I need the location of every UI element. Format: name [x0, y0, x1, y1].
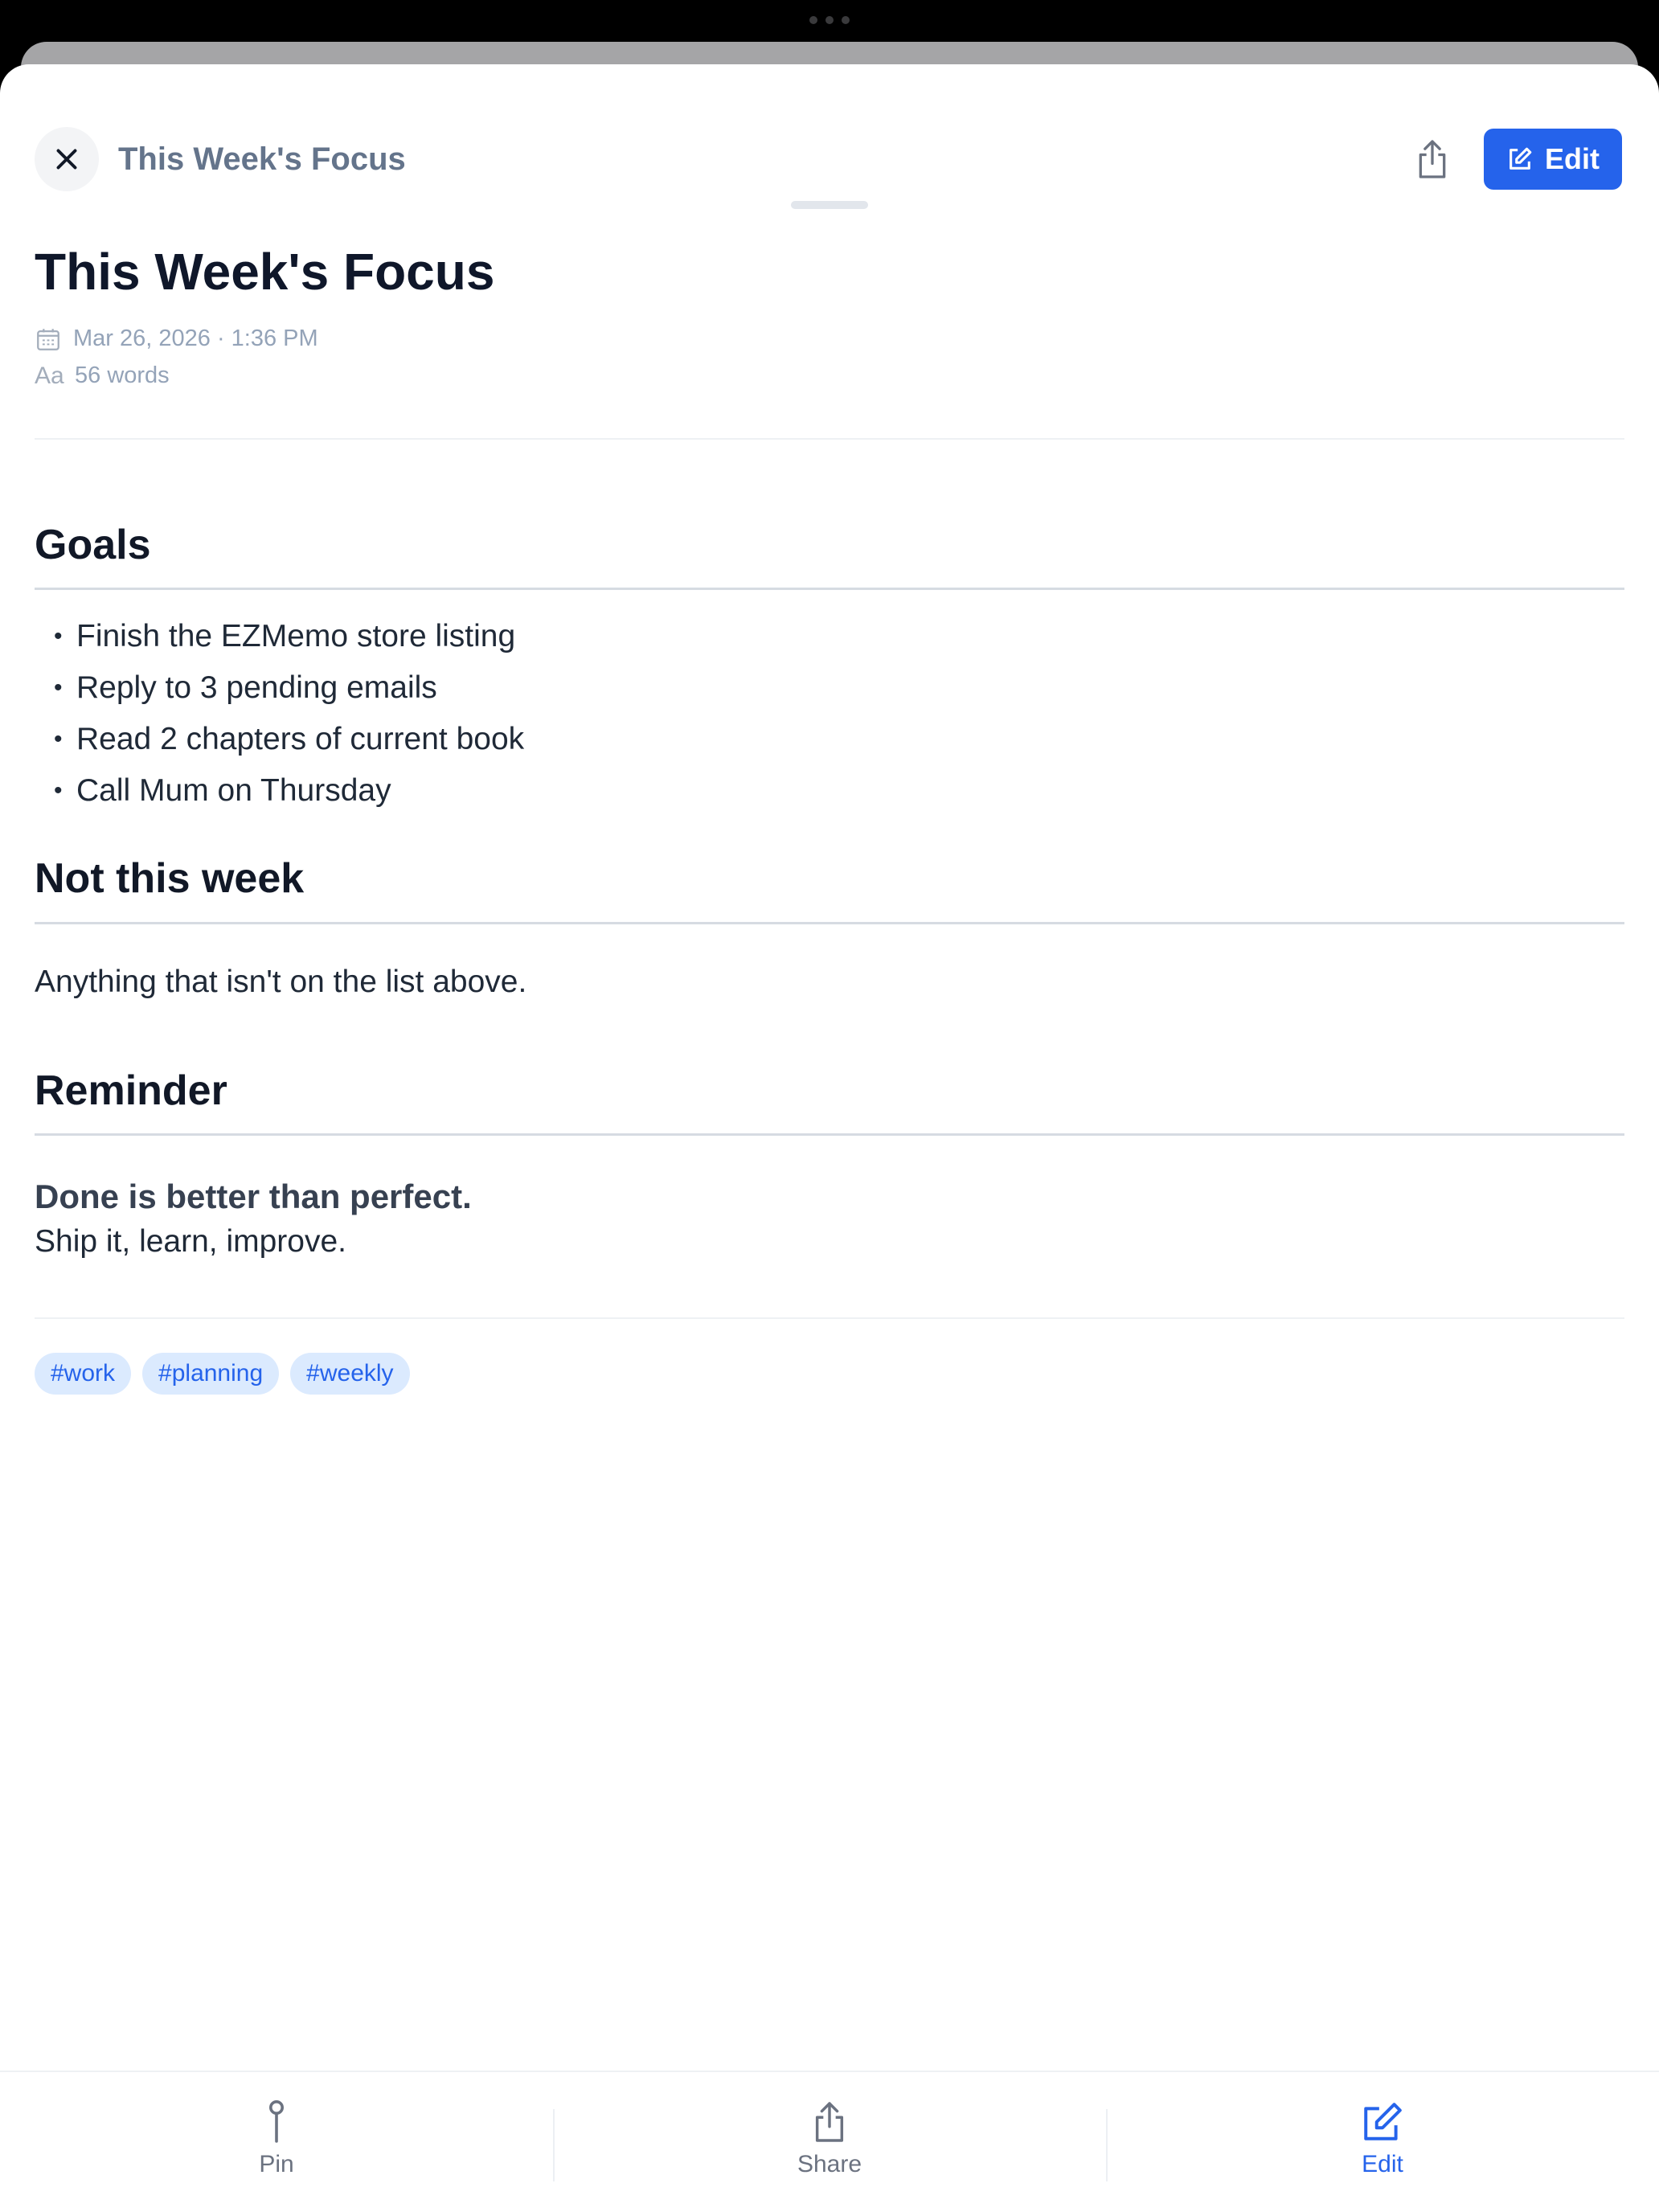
tag-list: #work #planning #weekly [35, 1352, 1624, 1395]
note-date: Mar 26, 2026 · 1:36 PM [73, 326, 318, 352]
word-count-row: Aa 56 words [35, 358, 1624, 395]
edit-button-label: Edit [1545, 142, 1600, 175]
divider [35, 1317, 1624, 1319]
list-item: • Call Mum on Thursday [54, 773, 391, 809]
tag-planning[interactable]: #planning [142, 1352, 280, 1395]
pin-button[interactable]: Pin [0, 2072, 553, 2212]
section-divider [35, 921, 1624, 924]
edit-button[interactable]: Edit [1484, 129, 1622, 190]
date-row: Mar 26, 2026 · 1:36 PM [35, 321, 1624, 358]
list-item: • Finish the EZMemo store listing [54, 619, 516, 654]
section-heading-reminder: Reminder [35, 1067, 227, 1114]
edit-icon [1509, 147, 1532, 170]
top-bar: This Week's Focus Edit [35, 125, 1622, 193]
edit-label: Edit [1362, 2151, 1403, 2177]
word-count: 56 words [75, 363, 170, 389]
share-icon [1419, 140, 1446, 178]
share-button[interactable] [1402, 129, 1463, 190]
share-toolbar-button[interactable]: Share [553, 2072, 1106, 2212]
tag-weekly[interactable]: #weekly [290, 1352, 410, 1395]
note-detail-sheet: This Week's Focus Edit This Week's Focus [0, 64, 1659, 2212]
note-title: This Week's Focus [35, 243, 495, 301]
share-icon [815, 2102, 844, 2142]
share-label: Share [797, 2151, 862, 2177]
reminder-bold-text: Done is better than perfect. [35, 1177, 472, 1215]
text-size-icon: Aa [35, 362, 64, 389]
reminder-text: Ship it, learn, improve. [35, 1223, 347, 1259]
close-button[interactable] [35, 127, 99, 191]
header-title: This Week's Focus [118, 141, 406, 177]
list-item: • Reply to 3 pending emails [54, 670, 437, 706]
divider [35, 437, 1624, 440]
section-divider [35, 588, 1624, 591]
section-heading-goals: Goals [35, 521, 151, 568]
not-this-week-text: Anything that isn't on the list above. [35, 964, 527, 999]
section-heading-not-this-week: Not this week [35, 855, 305, 903]
bottom-toolbar: Pin Share Edit [0, 2071, 1659, 2212]
close-icon [56, 149, 77, 170]
note-content: This Week's Focus Mar 26, 2026 · 1:36 PM… [35, 241, 1624, 1395]
goals-list: • Finish the EZMemo store listing • Reply … [35, 611, 1624, 817]
calendar-icon [37, 329, 59, 350]
note-meta: Mar 26, 2026 · 1:36 PM Aa 56 words [35, 321, 1624, 395]
tag-work[interactable]: #work [35, 1352, 132, 1395]
multitasking-dots[interactable] [0, 16, 1659, 24]
edit-toolbar-button[interactable]: Edit [1106, 2072, 1659, 2212]
dot [842, 16, 850, 24]
section-divider [35, 1133, 1624, 1136]
sheet-grabber[interactable] [791, 201, 868, 209]
dot [809, 16, 817, 24]
list-item: • Read 2 chapters of current book [54, 722, 525, 757]
edit-icon [1364, 2103, 1402, 2140]
dot [825, 16, 834, 24]
pin-label: Pin [259, 2151, 294, 2177]
pin-icon [269, 2100, 284, 2143]
